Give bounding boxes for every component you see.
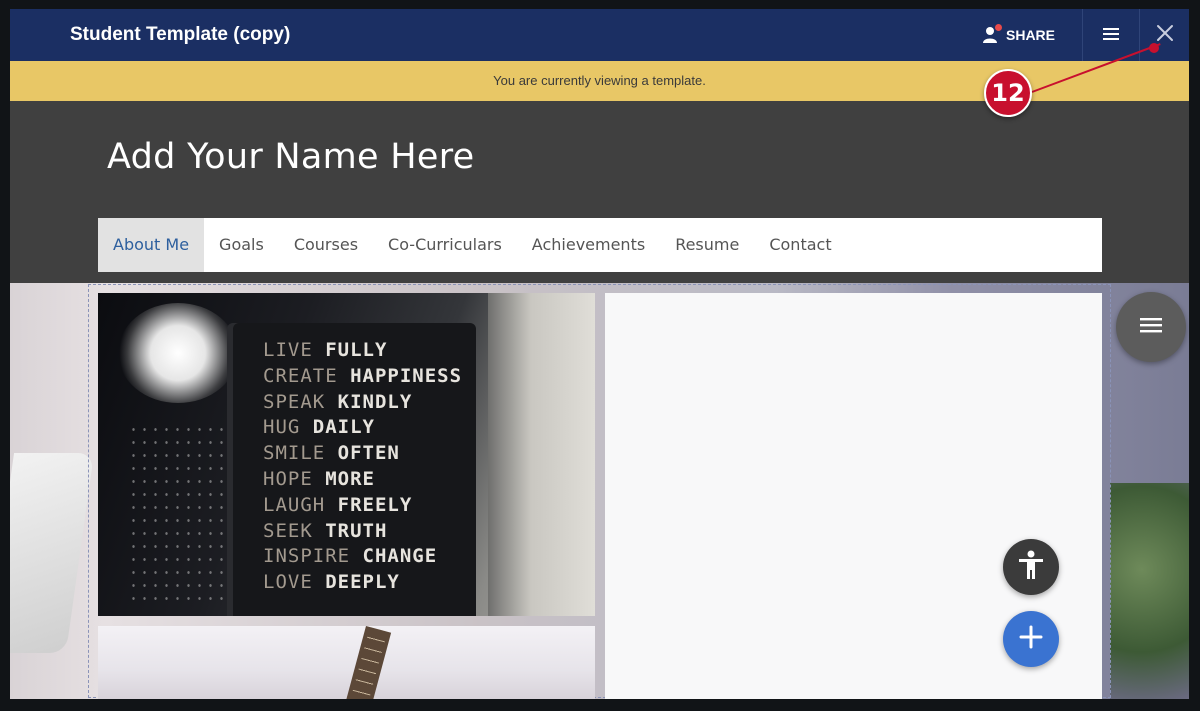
column-background	[488, 293, 595, 616]
quote-line: INSPIRE CHANGE	[263, 545, 438, 568]
site-name-heading[interactable]: Add Your Name Here	[107, 137, 475, 177]
site-nav: About Me Goals Courses Co-Curriculars Ac…	[98, 218, 1102, 272]
quote-sign-photo[interactable]: LIVE FULLY CREATE HAPPINESS SPEAK KINDLY…	[98, 293, 595, 616]
plus-icon	[1019, 625, 1043, 653]
quote-line: SMILE OFTEN	[263, 442, 400, 465]
nav-tab-co-curriculars[interactable]: Co-Curriculars	[373, 218, 517, 272]
app-title: Student Template (copy)	[70, 24, 291, 45]
nav-tab-about-me[interactable]: About Me	[98, 218, 205, 272]
background-laptop-image	[10, 453, 95, 653]
guitar-neck	[342, 626, 392, 699]
notification-dot	[995, 24, 1002, 31]
nav-tab-courses[interactable]: Courses	[279, 218, 373, 272]
accessibility-button[interactable]	[1003, 539, 1059, 595]
quote-line: HOPE MORE	[263, 467, 375, 490]
sparkle-texture	[128, 423, 238, 603]
floating-menu-button[interactable]	[1116, 292, 1186, 362]
nav-tab-achievements[interactable]: Achievements	[517, 218, 660, 272]
background-plant-image	[1110, 483, 1189, 699]
quote-sign: LIVE FULLY CREATE HAPPINESS SPEAK KINDLY…	[233, 323, 476, 616]
quote-line: LAUGH FREELY	[263, 493, 413, 516]
step-callout-badge: 12	[984, 69, 1032, 117]
nav-tab-contact[interactable]: Contact	[754, 218, 846, 272]
step-callout-number: 12	[991, 79, 1025, 107]
share-button[interactable]: SHARE	[982, 9, 1082, 61]
template-notice-text: You are currently viewing a template.	[493, 73, 706, 88]
add-content-button[interactable]	[1003, 611, 1059, 667]
hamburger-menu-icon	[1140, 317, 1162, 337]
lamp-glow	[118, 303, 238, 403]
quote-line: CREATE HAPPINESS	[263, 364, 463, 387]
close-button[interactable]	[1140, 9, 1189, 61]
person-icon	[982, 24, 1002, 44]
top-bar: Student Template (copy) SHARE	[10, 9, 1189, 61]
share-label: SHARE	[1006, 27, 1056, 43]
guitar-photo[interactable]	[98, 626, 595, 699]
callout-pointer-dot	[1149, 43, 1159, 53]
accessibility-icon	[1017, 550, 1045, 584]
nav-tab-resume[interactable]: Resume	[660, 218, 754, 272]
hamburger-menu-icon	[1103, 26, 1119, 45]
quote-line: HUG DAILY	[263, 416, 375, 439]
quote-line: SPEAK KINDLY	[263, 390, 413, 413]
nav-tab-goals[interactable]: Goals	[204, 218, 279, 272]
quote-line: LOVE DEEPLY	[263, 571, 400, 594]
site-header: Add Your Name Here About Me Goals Course…	[10, 101, 1189, 283]
quote-line: SEEK TRUTH	[263, 519, 388, 542]
quote-line: LIVE FULLY	[263, 339, 388, 361]
